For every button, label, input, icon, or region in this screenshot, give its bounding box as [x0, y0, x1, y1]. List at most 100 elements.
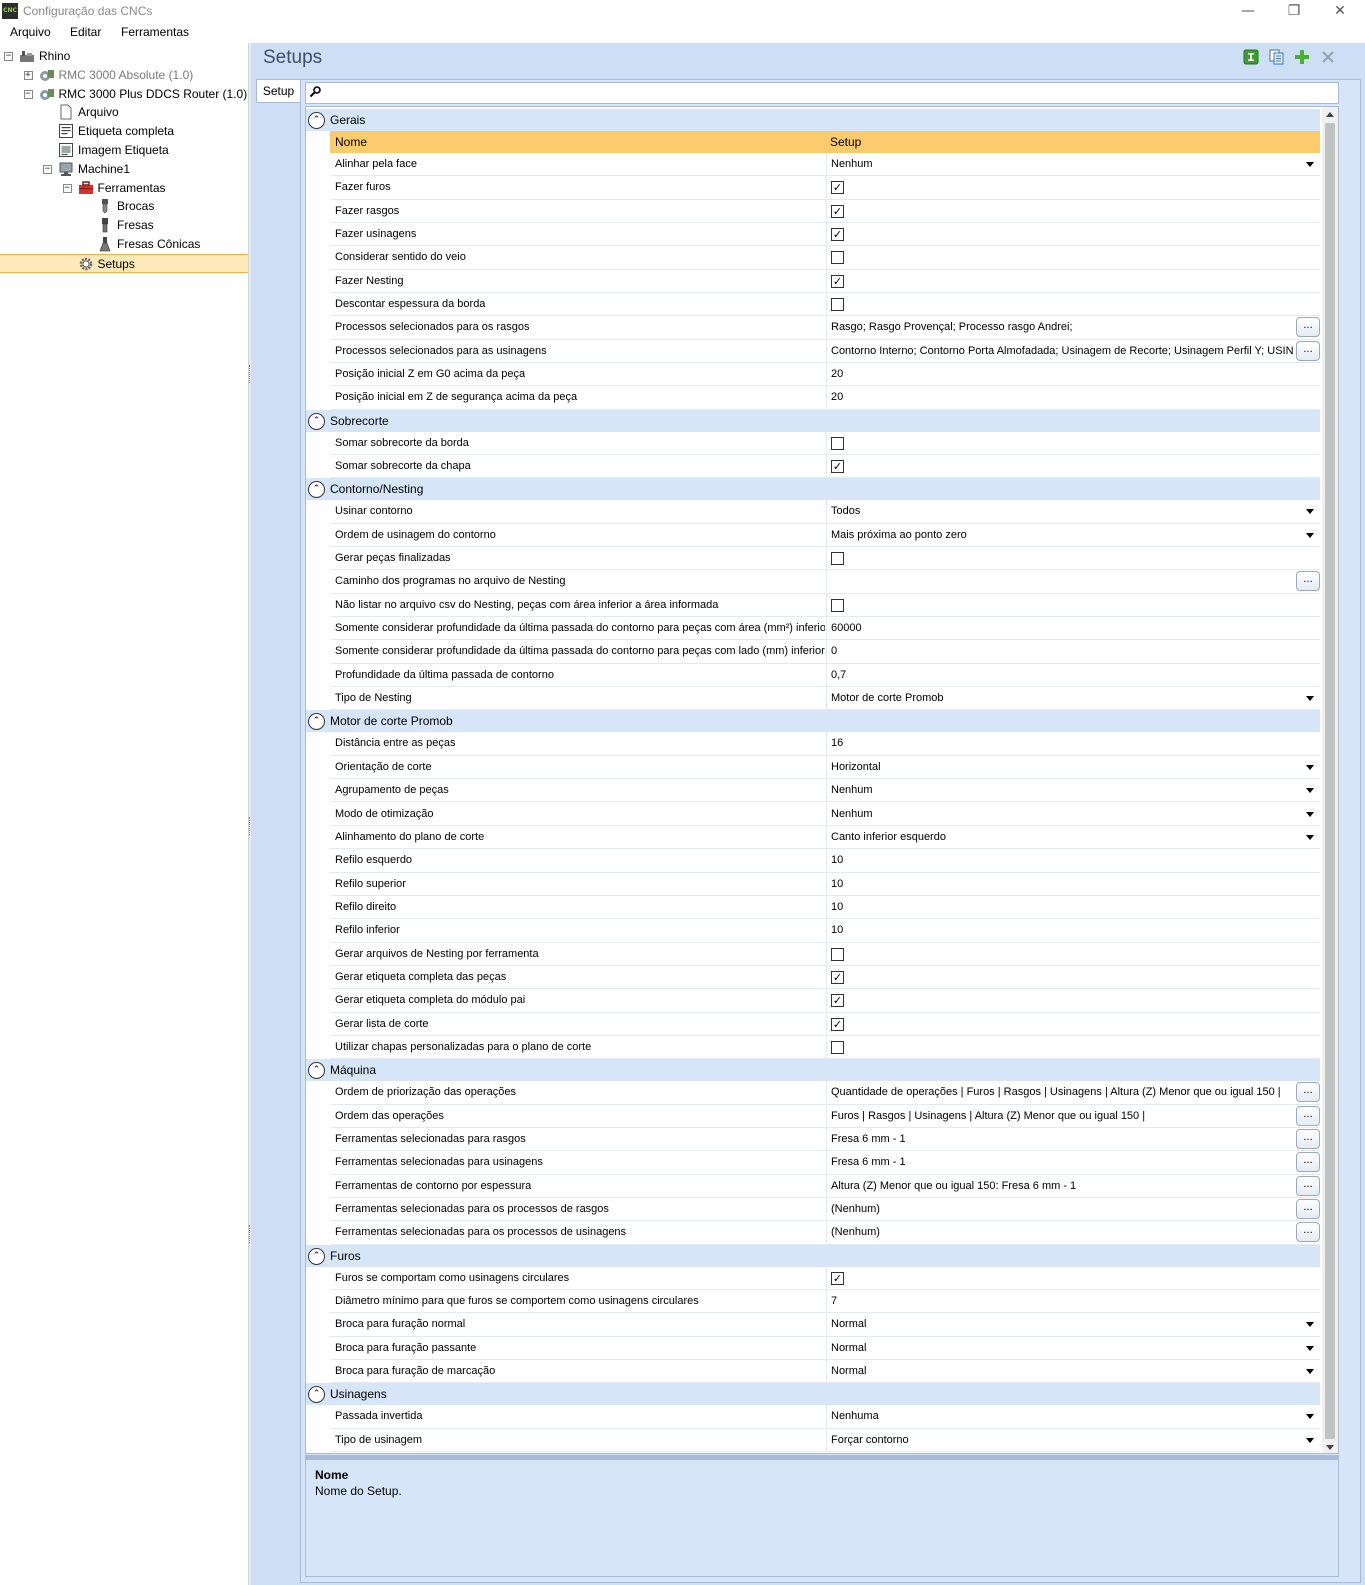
- property-row[interactable]: Passada invertida Nenhuma: [330, 1405, 1320, 1429]
- property-value-cell[interactable]: 10: [826, 849, 1320, 872]
- property-value-cell[interactable]: 7: [826, 1289, 1320, 1312]
- property-checkbox[interactable]: [831, 947, 844, 961]
- property-value-cell[interactable]: Quantidade de operações | Furos | Rasgos…: [826, 1081, 1320, 1104]
- dropdown-arrow-icon[interactable]: [1306, 532, 1314, 538]
- menu-ferramentas[interactable]: Ferramentas: [121, 25, 189, 39]
- property-row[interactable]: Profundidade da última passada de contor…: [330, 663, 1320, 688]
- delete-icon[interactable]: [1320, 49, 1336, 65]
- collapse-category-icon[interactable]: ⌃: [308, 112, 325, 129]
- property-row[interactable]: Tipo de usinagem Forçar contorno: [330, 1428, 1320, 1452]
- scroll-up-arrow-icon[interactable]: [1326, 112, 1334, 117]
- property-value-cell[interactable]: ✓: [826, 1012, 1320, 1035]
- property-value-cell[interactable]: [826, 593, 1320, 616]
- minimize-button[interactable]: —: [1225, 0, 1271, 22]
- property-checkbox[interactable]: ✓: [831, 460, 844, 474]
- property-value-cell[interactable]: Canto inferior esquerdo: [826, 825, 1320, 848]
- property-row[interactable]: Agrupamento de peças Nenhum: [330, 779, 1320, 803]
- property-value-cell[interactable]: [826, 1035, 1320, 1058]
- property-checkbox[interactable]: [831, 436, 844, 450]
- ellipsis-button[interactable]: ...: [1296, 1082, 1320, 1103]
- property-row[interactable]: Refilo esquerdo 10: [330, 849, 1320, 873]
- category-gerais[interactable]: ⌃ Gerais: [306, 109, 1320, 131]
- property-row[interactable]: Fazer rasgos ✓: [330, 199, 1320, 223]
- property-row[interactable]: Usinar contorno Todos: [330, 500, 1320, 524]
- dropdown-arrow-icon[interactable]: [1306, 811, 1314, 817]
- expand-icon[interactable]: +: [23, 70, 33, 80]
- ellipsis-button[interactable]: ...: [1296, 317, 1320, 338]
- tab-setup[interactable]: Setup: [256, 79, 300, 103]
- property-value-cell[interactable]: Nenhum: [826, 779, 1320, 802]
- property-row[interactable]: Alinhamento do plano de corte Canto infer…: [330, 825, 1320, 850]
- tree-item-rhino[interactable]: − Rhino: [0, 47, 248, 66]
- collapse-category-icon[interactable]: ⌃: [308, 1386, 325, 1404]
- add-icon[interactable]: [1294, 49, 1310, 65]
- dropdown-arrow-icon[interactable]: [1306, 1437, 1314, 1443]
- property-row[interactable]: Distância entre as peças 16: [330, 732, 1320, 756]
- property-checkbox[interactable]: ✓: [831, 274, 844, 288]
- property-search-input[interactable]: [305, 82, 1339, 104]
- tree-item-rmc-3000-plus-ddcs-router-1-0-[interactable]: − RMC 3000 Plus DDCS Router (1.0): [0, 85, 248, 104]
- dropdown-arrow-icon[interactable]: [1306, 1322, 1314, 1328]
- property-checkbox[interactable]: [831, 1040, 844, 1054]
- tree-item-rmc-3000-absolute-1-0-[interactable]: + RMC 3000 Absolute (1.0): [0, 66, 248, 85]
- ellipsis-button[interactable]: ...: [1296, 571, 1320, 592]
- property-row[interactable]: Ferramentas selecionadas para usinagens F…: [330, 1151, 1320, 1175]
- property-row[interactable]: Ordem das operações Furos | Rasgos | Usin…: [330, 1104, 1320, 1128]
- property-checkbox[interactable]: ✓: [831, 970, 844, 984]
- collapse-category-icon[interactable]: ⌃: [308, 713, 325, 731]
- property-value-cell[interactable]: ✓: [826, 965, 1320, 988]
- property-row[interactable]: Broca para furação normal Normal: [330, 1313, 1320, 1337]
- category-usinagens[interactable]: ⌃ Usinagens: [306, 1383, 1320, 1406]
- property-value-cell[interactable]: ✓: [826, 989, 1320, 1012]
- ellipsis-button[interactable]: ...: [1296, 340, 1320, 361]
- menu-editar[interactable]: Editar: [70, 25, 101, 39]
- property-value-cell[interactable]: [826, 431, 1320, 454]
- property-row[interactable]: Somar sobrecorte da borda: [330, 431, 1320, 456]
- property-row[interactable]: Não listar no arquivo csv do Nesting, pe…: [330, 593, 1320, 618]
- category-maquina[interactable]: ⌃ Máquina: [306, 1059, 1320, 1082]
- tree-item-ferramentas[interactable]: − Ferramentas: [0, 179, 248, 198]
- property-row[interactable]: Somente considerar profundidade da últim…: [330, 617, 1320, 641]
- property-row[interactable]: Somente considerar profundidade da últim…: [330, 640, 1320, 664]
- property-value-cell[interactable]: Motor de corte Promob: [826, 687, 1320, 710]
- property-value-cell[interactable]: 20: [826, 363, 1320, 386]
- property-row[interactable]: Ferramentas selecionadas para rasgos Fres…: [330, 1127, 1320, 1152]
- property-row[interactable]: Diâmetro mínimo para que furos se compor…: [330, 1289, 1320, 1314]
- ellipsis-button[interactable]: ...: [1296, 1128, 1320, 1149]
- property-row[interactable]: Furos se comportam como usinagens circul…: [330, 1266, 1320, 1290]
- dropdown-arrow-icon[interactable]: [1306, 509, 1314, 515]
- property-value-cell[interactable]: 16: [826, 732, 1320, 755]
- property-value-cell[interactable]: Furos | Rasgos | Usinagens | Altura (Z) …: [826, 1104, 1320, 1127]
- dropdown-arrow-icon[interactable]: [1306, 696, 1314, 702]
- property-row[interactable]: Tipo de Nesting Motor de corte Promob: [330, 687, 1320, 711]
- property-checkbox[interactable]: [831, 598, 844, 612]
- scroll-thumb[interactable]: [1325, 123, 1335, 1439]
- property-row[interactable]: Processos selecionados para os rasgos Ras…: [330, 316, 1320, 340]
- tree-item-setups[interactable]: Setups: [0, 253, 248, 273]
- property-row[interactable]: Ferramentas de contorno por espessura Alt…: [330, 1174, 1320, 1198]
- dropdown-arrow-icon[interactable]: [1306, 1414, 1314, 1420]
- dropdown-arrow-icon[interactable]: [1306, 1345, 1314, 1351]
- copy-icon[interactable]: [1269, 49, 1285, 65]
- property-row[interactable]: Gerar etiqueta completa do módulo pai ✓: [330, 989, 1320, 1013]
- collapse-category-icon[interactable]: ⌃: [308, 412, 325, 430]
- property-value-cell[interactable]: ✓: [826, 1266, 1320, 1289]
- property-value-cell[interactable]: [826, 246, 1320, 269]
- property-value-cell[interactable]: 10: [826, 872, 1320, 895]
- collapse-category-icon[interactable]: ⌃: [308, 1062, 325, 1080]
- property-value-cell[interactable]: ✓: [826, 199, 1320, 222]
- property-checkbox[interactable]: ✓: [831, 1017, 844, 1031]
- ellipsis-button[interactable]: ...: [1296, 1222, 1320, 1243]
- property-value-cell[interactable]: Horizontal: [826, 755, 1320, 778]
- property-row[interactable]: Fazer furos ✓: [330, 176, 1320, 200]
- property-value-cell[interactable]: Normal: [826, 1313, 1320, 1336]
- property-checkbox[interactable]: ✓: [831, 228, 844, 242]
- property-value-cell[interactable]: 10: [826, 919, 1320, 942]
- property-row[interactable]: Caminho dos programas no arquivo de Nest…: [330, 570, 1320, 594]
- property-row[interactable]: Refilo inferior 10: [330, 919, 1320, 943]
- property-value-cell[interactable]: Normal: [826, 1336, 1320, 1359]
- property-row[interactable]: Ferramentas selecionadas para os process…: [330, 1197, 1320, 1222]
- ellipsis-button[interactable]: ...: [1296, 1152, 1320, 1173]
- tree-item-fresas[interactable]: Fresas: [0, 216, 248, 235]
- property-row[interactable]: Posição inicial Z em G0 acima da peça 20: [330, 363, 1320, 387]
